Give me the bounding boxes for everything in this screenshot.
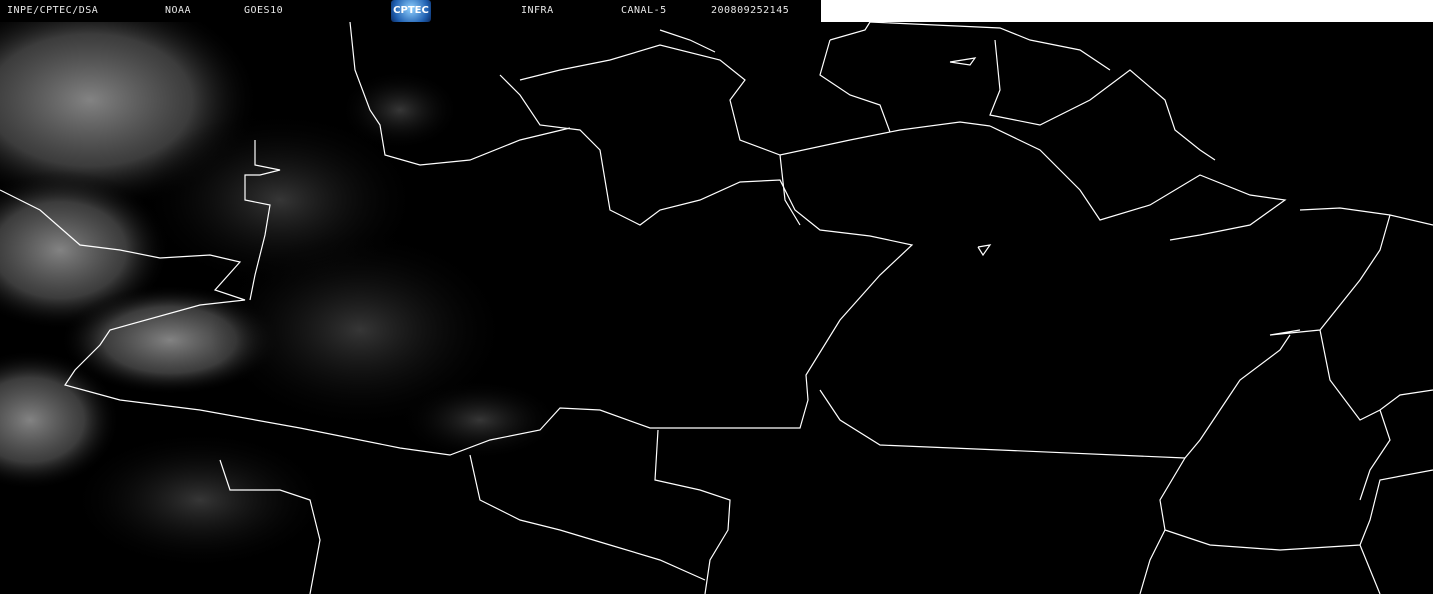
cptec-logo: CPTEC [391,0,431,22]
cloud-cover [0,22,560,570]
timestamp-label: 200809252145 [711,5,790,16]
satellite-label: GOES10 [244,5,284,16]
source-label: INPE/CPTEC/DSA [7,5,99,16]
channel-label: CANAL-5 [621,5,667,16]
header-blank-area [821,0,1433,22]
image-header: INPE/CPTEC/DSA NOAA GOES10 CPTEC INFRA C… [0,0,821,22]
product-label: INFRA [521,5,554,16]
satellite-map [0,22,1433,594]
agency-label: NOAA [165,5,192,16]
